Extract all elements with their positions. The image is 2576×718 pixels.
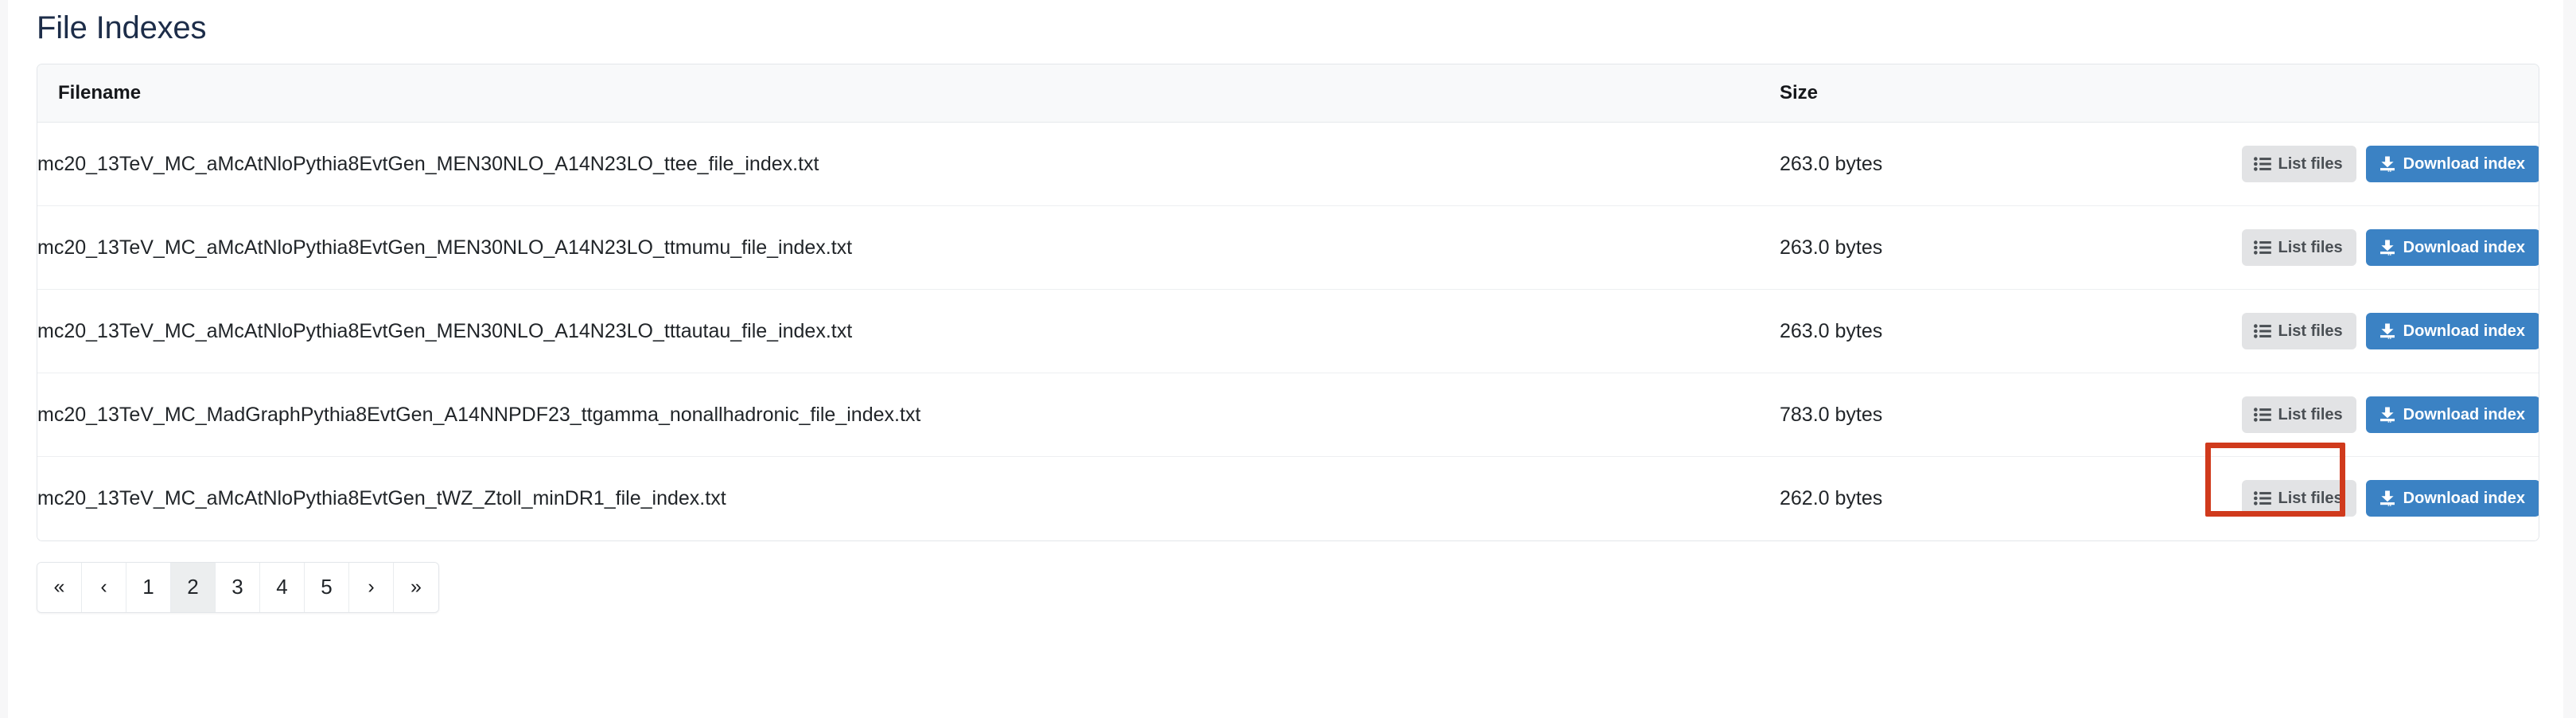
- cell-actions: List files Download index: [2066, 373, 2539, 457]
- download-icon: [2379, 156, 2396, 172]
- list-files-label: List files: [2278, 406, 2343, 423]
- list-ul-icon: [2253, 157, 2271, 171]
- list-files-label: List files: [2278, 322, 2343, 340]
- table-row: mc20_13TeV_MC_aMcAtNloPythia8EvtGen_tWZ_…: [37, 456, 2539, 540]
- cell-size: 262.0 bytes: [1780, 456, 2066, 540]
- download-index-button[interactable]: Download index: [2365, 313, 2539, 349]
- row-action-buttons: List files Download index: [2066, 229, 2539, 266]
- download-index-label: Download index: [2403, 406, 2525, 423]
- cell-filename: mc20_13TeV_MC_MadGraphPythia8EvtGen_A14N…: [37, 373, 1780, 457]
- cell-actions: List files Download index: [2066, 456, 2539, 540]
- download-index-button[interactable]: Download index: [2365, 146, 2539, 182]
- list-ul-icon: [2253, 240, 2271, 255]
- pagination-first[interactable]: «: [37, 562, 82, 612]
- download-index-label: Download index: [2403, 239, 2525, 256]
- pagination-page-1[interactable]: 1: [126, 562, 171, 612]
- list-files-label: List files: [2278, 239, 2343, 256]
- download-icon: [2379, 490, 2396, 506]
- column-header-size: Size: [1780, 64, 2066, 123]
- cell-actions: List files Download index: [2066, 122, 2539, 206]
- pagination-last[interactable]: »: [394, 562, 438, 612]
- pagination-next[interactable]: ›: [349, 562, 394, 612]
- cell-filename: mc20_13TeV_MC_aMcAtNloPythia8EvtGen_tWZ_…: [37, 456, 1780, 540]
- list-files-button[interactable]: List files: [2241, 229, 2356, 266]
- list-files-button[interactable]: List files: [2241, 146, 2356, 182]
- list-ul-icon: [2253, 324, 2271, 338]
- cell-filename: mc20_13TeV_MC_aMcAtNloPythia8EvtGen_MEN3…: [37, 205, 1780, 290]
- list-files-button[interactable]: List files: [2241, 313, 2356, 349]
- cell-size: 263.0 bytes: [1780, 122, 2066, 206]
- table-row: mc20_13TeV_MC_aMcAtNloPythia8EvtGen_MEN3…: [37, 205, 2539, 290]
- page-content: File Indexes Filename Size mc20_13TeV_MC…: [8, 0, 2563, 718]
- list-files-button[interactable]: List files: [2241, 396, 2356, 433]
- pagination-page-5[interactable]: 5: [305, 562, 349, 612]
- table-row: mc20_13TeV_MC_aMcAtNloPythia8EvtGen_MEN3…: [37, 289, 2539, 373]
- pagination-page-2[interactable]: 2: [171, 562, 216, 612]
- download-index-label: Download index: [2403, 322, 2525, 340]
- download-icon: [2379, 323, 2396, 339]
- download-index-label: Download index: [2403, 490, 2525, 508]
- cell-filename: mc20_13TeV_MC_aMcAtNloPythia8EvtGen_MEN3…: [37, 122, 1780, 206]
- download-index-button[interactable]: Download index: [2365, 396, 2539, 433]
- list-files-label: List files: [2278, 155, 2343, 173]
- pagination[interactable]: «‹ 1 2 3 4 5 ›»: [37, 561, 439, 613]
- download-icon: [2379, 407, 2396, 423]
- cell-size: 263.0 bytes: [1780, 289, 2066, 373]
- download-index-label: Download index: [2403, 155, 2525, 173]
- table-row: mc20_13TeV_MC_MadGraphPythia8EvtGen_A14N…: [37, 373, 2539, 457]
- cell-size: 783.0 bytes: [1780, 373, 2066, 457]
- list-files-label: List files: [2278, 490, 2343, 508]
- page-root: File Indexes Filename Size mc20_13TeV_MC…: [0, 0, 2576, 718]
- cell-filename: mc20_13TeV_MC_aMcAtNloPythia8EvtGen_MEN3…: [37, 289, 1780, 373]
- table-header: Filename Size: [37, 64, 2539, 123]
- column-header-filename: Filename: [37, 64, 1780, 123]
- column-header-actions: [2066, 64, 2539, 123]
- table-body: mc20_13TeV_MC_aMcAtNloPythia8EvtGen_MEN3…: [37, 122, 2539, 540]
- list-files-button[interactable]: List files: [2241, 480, 2356, 517]
- list-ul-icon: [2253, 408, 2271, 422]
- table-header-row: Filename Size: [37, 64, 2539, 123]
- row-action-buttons: List files Download index: [2066, 146, 2539, 182]
- cell-actions: List files Download index: [2066, 289, 2539, 373]
- page-gutter-left: [0, 0, 8, 718]
- row-action-buttons: List files Download index: [2066, 480, 2539, 517]
- page-gutter-right: [2563, 0, 2576, 718]
- file-indexes-card: Filename Size mc20_13TeV_MC_aMcAtNloPyth…: [37, 64, 2539, 541]
- row-action-buttons: List files Download index: [2066, 313, 2539, 349]
- pagination-prev[interactable]: ‹: [82, 562, 126, 612]
- download-icon: [2379, 240, 2396, 256]
- download-index-button[interactable]: Download index: [2365, 229, 2539, 266]
- download-index-button[interactable]: Download index: [2365, 480, 2539, 517]
- cell-size: 263.0 bytes: [1780, 205, 2066, 290]
- pagination-page-3[interactable]: 3: [216, 562, 260, 612]
- page-title: File Indexes: [37, 10, 207, 45]
- file-indexes-table: Filename Size mc20_13TeV_MC_aMcAtNloPyth…: [37, 64, 2539, 540]
- list-ul-icon: [2253, 491, 2271, 505]
- row-action-buttons: List files Download index: [2066, 396, 2539, 433]
- table-row: mc20_13TeV_MC_aMcAtNloPythia8EvtGen_MEN3…: [37, 122, 2539, 206]
- cell-actions: List files Download index: [2066, 205, 2539, 290]
- pagination-page-4[interactable]: 4: [260, 562, 305, 612]
